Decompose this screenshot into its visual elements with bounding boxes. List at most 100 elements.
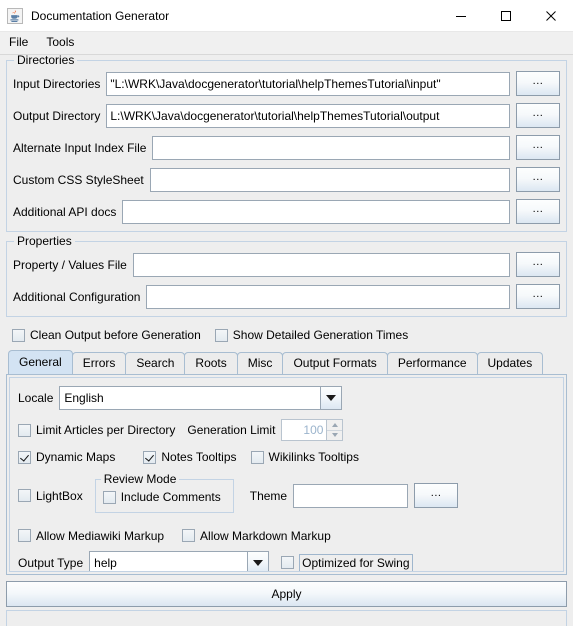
additional-configuration-browse-button[interactable]: ...: [516, 284, 560, 309]
additional-api-docs-row: Additional API docs ...: [13, 199, 560, 224]
alternate-input-index-input[interactable]: [152, 135, 510, 160]
tab-performance[interactable]: Performance: [386, 352, 478, 374]
allow-markdown-checkbox[interactable]: Allow Markdown Markup: [182, 529, 331, 543]
output-type-label: Output Type: [18, 555, 84, 570]
menu-bar: File Tools: [0, 32, 573, 55]
show-detailed-times-checkbox-box: [214, 328, 228, 342]
output-type-selected-value: help: [94, 555, 117, 570]
input-directories-label: Input Directories: [13, 76, 101, 91]
alternate-input-index-browse-button[interactable]: ...: [516, 135, 560, 160]
allow-mediawiki-checkbox-label: Allow Mediawiki Markup: [36, 528, 165, 543]
additional-api-docs-browse-button[interactable]: ...: [516, 199, 560, 224]
tab-misc[interactable]: Misc: [236, 352, 284, 374]
allow-markdown-checkbox-label: Allow Markdown Markup: [200, 528, 331, 543]
theme-browse-button[interactable]: ...: [414, 483, 459, 509]
custom-css-input[interactable]: [149, 167, 510, 192]
theme-input[interactable]: [293, 483, 409, 508]
apply-button-area: Apply: [0, 575, 573, 610]
dynamic-maps-checkbox-box: [18, 450, 31, 464]
property-values-file-row: Property / Values File ...: [13, 252, 560, 277]
properties-group: Properties Property / Values File ... Ad…: [6, 234, 567, 317]
menu-file[interactable]: File: [0, 33, 37, 53]
limit-articles-checkbox-label: Limit Articles per Directory: [36, 423, 176, 437]
tab-roots[interactable]: Roots: [184, 352, 238, 374]
tab-strip: General Errors Search Roots Misc Output …: [6, 350, 567, 374]
include-comments-checkbox[interactable]: Include Comments: [102, 490, 221, 504]
locale-select[interactable]: English: [59, 386, 343, 410]
additional-configuration-label: Additional Configuration: [13, 289, 141, 304]
wikilinks-tooltips-checkbox-box: [250, 450, 264, 464]
directories-group-title: Directories: [14, 55, 78, 67]
additional-api-docs-label: Additional API docs: [13, 204, 117, 219]
lightbox-checkbox[interactable]: LightBox: [18, 489, 83, 503]
spinner-up-icon[interactable]: [327, 420, 343, 431]
custom-css-label: Custom CSS StyleSheet: [13, 172, 144, 187]
status-bar: [6, 610, 567, 626]
show-detailed-times-checkbox-label: Show Detailed Generation Times: [232, 328, 409, 342]
menu-tools[interactable]: Tools: [37, 33, 83, 53]
clean-output-checkbox-label: Clean Output before Generation: [30, 328, 201, 342]
additional-configuration-row: Additional Configuration ...: [13, 284, 560, 309]
tab-general[interactable]: General: [8, 350, 73, 374]
lightbox-checkbox-box: [18, 489, 31, 503]
include-comments-checkbox-label: Include Comments: [120, 490, 221, 504]
lightbox-checkbox-label: LightBox: [36, 488, 83, 503]
tab-search[interactable]: Search: [125, 352, 186, 374]
review-mode-group: Review Mode Include Comments: [94, 472, 234, 513]
maximize-button[interactable]: [483, 0, 528, 31]
input-directories-browse-button[interactable]: ...: [516, 71, 560, 96]
optimized-for-swing-checkbox-label: Optimized for Swing: [299, 553, 413, 571]
output-type-select[interactable]: help: [89, 550, 270, 571]
locale-row: Locale English: [18, 386, 555, 410]
tab-panel-general: Locale English Limit Articles per Direct…: [6, 374, 567, 575]
custom-css-browse-button[interactable]: ...: [516, 167, 560, 192]
output-directory-input[interactable]: L:\WRK\Java\docgenerator\tutorial\helpTh…: [106, 103, 510, 128]
output-type-row: Output Type help Optimized for Swing: [18, 550, 555, 571]
dynamic-maps-checkbox[interactable]: Dynamic Maps: [18, 450, 115, 464]
notes-tooltips-checkbox-label: Notes Tooltips: [161, 450, 237, 464]
locale-selected-value: English: [64, 391, 104, 405]
tooltips-row: Dynamic Maps Notes Tooltips Wikilinks To…: [18, 450, 555, 464]
property-values-file-browse-button[interactable]: ...: [516, 252, 560, 277]
theme-label: Theme: [249, 488, 288, 503]
alternate-input-index-row: Alternate Input Index File ...: [13, 135, 560, 160]
output-directory-label: Output Directory: [13, 108, 101, 123]
limit-articles-checkbox-box: [18, 423, 31, 437]
limit-articles-checkbox[interactable]: Limit Articles per Directory: [18, 423, 175, 437]
apply-button[interactable]: Apply: [6, 581, 567, 607]
optimized-for-swing-checkbox-box: [281, 556, 295, 569]
java-coffee-cup-icon: [7, 7, 23, 24]
notes-tooltips-checkbox-box: [143, 450, 157, 464]
wikilinks-tooltips-checkbox-label: Wikilinks Tooltips: [268, 450, 359, 464]
minimize-button[interactable]: [438, 0, 483, 31]
optimized-for-swing-checkbox[interactable]: Optimized for Swing: [281, 553, 413, 571]
output-directory-browse-button[interactable]: ...: [516, 103, 560, 128]
allow-mediawiki-checkbox-box: [18, 529, 31, 542]
include-comments-checkbox-box: [102, 490, 116, 504]
spinner-down-icon[interactable]: [327, 430, 343, 440]
allow-mediawiki-checkbox[interactable]: Allow Mediawiki Markup: [18, 529, 164, 543]
clean-output-checkbox-box: [12, 328, 25, 342]
close-button[interactable]: [528, 0, 573, 31]
output-directory-row: Output Directory L:\WRK\Java\docgenerato…: [13, 103, 560, 128]
lightbox-theme-row: LightBox Review Mode Include Comments Th…: [18, 472, 555, 513]
generation-limit-spinner[interactable]: 100: [281, 419, 344, 441]
title-bar: Documentation Generator: [0, 0, 573, 32]
additional-configuration-input[interactable]: [146, 284, 510, 309]
global-options-row: Clean Output before Generation Show Deta…: [12, 328, 567, 342]
input-directories-input[interactable]: "L:\WRK\Java\docgenerator\tutorial\helpT…: [106, 71, 510, 96]
tab-updates[interactable]: Updates: [476, 352, 544, 374]
tab-errors[interactable]: Errors: [71, 352, 127, 374]
wikilinks-tooltips-checkbox[interactable]: Wikilinks Tooltips: [250, 450, 359, 464]
alternate-input-index-label: Alternate Input Index File: [13, 140, 147, 155]
generation-limit-label: Generation Limit: [187, 423, 276, 437]
window-controls: [438, 0, 573, 31]
notes-tooltips-checkbox[interactable]: Notes Tooltips: [143, 450, 237, 464]
chevron-down-icon: [320, 387, 342, 409]
clean-output-checkbox[interactable]: Clean Output before Generation: [12, 328, 201, 342]
property-values-file-input[interactable]: [132, 252, 510, 277]
input-directories-row: Input Directories "L:\WRK\Java\docgenera…: [13, 71, 560, 96]
show-detailed-times-checkbox[interactable]: Show Detailed Generation Times: [214, 328, 409, 342]
additional-api-docs-input[interactable]: [122, 199, 510, 224]
tab-output-formats[interactable]: Output Formats: [282, 352, 388, 374]
